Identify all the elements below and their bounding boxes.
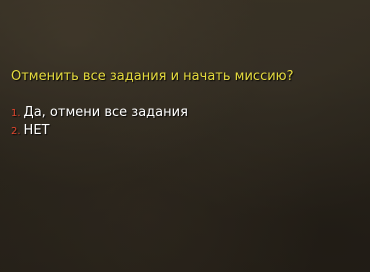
option-number: 2. bbox=[11, 126, 21, 137]
option-label: НЕТ bbox=[23, 123, 50, 138]
option-yes-cancel-all[interactable]: 1. Да, отмени все задания bbox=[11, 104, 361, 122]
dialog-options: 1. Да, отмени все задания 2. НЕТ bbox=[11, 104, 361, 140]
dialog-question: Отменить все задания и начать миссию? bbox=[11, 69, 294, 84]
game-screen: Отменить все задания и начать миссию? 1.… bbox=[0, 0, 370, 272]
option-no[interactable]: 2. НЕТ bbox=[11, 122, 361, 140]
mission-dialog: Отменить все задания и начать миссию? 1.… bbox=[11, 69, 361, 140]
option-number: 1. bbox=[11, 108, 21, 119]
option-label: Да, отмени все задания bbox=[23, 105, 188, 120]
